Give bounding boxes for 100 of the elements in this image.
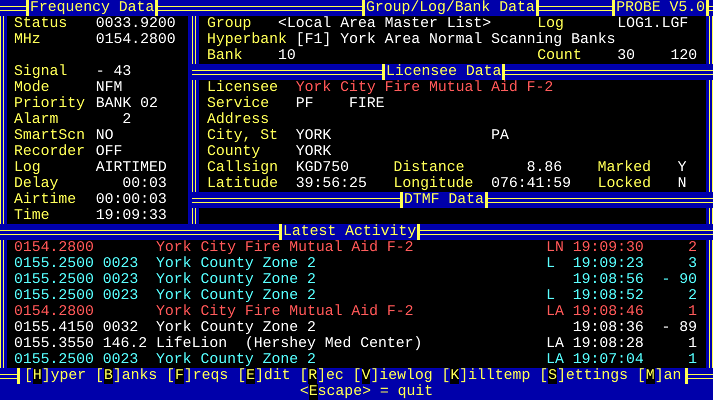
- field-value: AIRTIMED: [96, 160, 167, 176]
- field-label: Marked: [598, 160, 652, 176]
- tone-code: 0023: [102, 272, 140, 288]
- count-text: 2: [687, 288, 697, 304]
- field-label: Callsign: [207, 160, 280, 176]
- menu-item[interactable]: [R]ec: [299, 368, 344, 384]
- time-text: 19:07:04: [572, 352, 644, 368]
- activity-row[interactable]: 0155.2500 0023 York County Zone 2 L 19:08:52 2: [14, 288, 697, 304]
- flag-text: LA: [546, 304, 565, 320]
- frequency-text: 0155.2500: [14, 256, 95, 272]
- field-value: 0033.9200: [96, 16, 176, 32]
- field-label: Service: [207, 96, 270, 112]
- channel-name: York County Zone 2: [156, 320, 317, 336]
- field-value: York City Fire Mutual Aid F-2: [296, 80, 554, 96]
- field-value: 00:00:03: [96, 192, 167, 208]
- count-text: 1: [687, 352, 697, 368]
- channel-name: York City Fire Mutual Aid F-2: [156, 240, 415, 256]
- flag-text: LA: [546, 352, 565, 368]
- field-label: Count: [537, 48, 582, 64]
- time-text: 19:08:52: [572, 288, 644, 304]
- count-text: - 89: [660, 320, 697, 336]
- field-label: Address: [207, 112, 270, 128]
- frequency-text: 0155.2500: [14, 288, 95, 304]
- menu-item[interactable]: [B]anks: [95, 368, 158, 384]
- field-value: 076:41:59: [491, 176, 572, 192]
- menu-item[interactable]: [H]yper: [24, 368, 86, 384]
- field-value: <Local Area Master List>: [278, 16, 492, 32]
- count-text: 2: [687, 240, 697, 256]
- channel-name: York City Fire Mutual Aid F-2: [156, 304, 415, 320]
- time-text: 19:08:36: [572, 320, 644, 336]
- frequency-text: 0154.2800: [14, 240, 95, 256]
- field-label: Licensee: [207, 80, 280, 96]
- field-label: SmartScn: [14, 128, 86, 144]
- field-value: FIRE: [349, 96, 385, 112]
- field-value: YORK: [296, 128, 332, 144]
- tone-code: 146.2: [102, 336, 148, 352]
- tone-code: 0023: [102, 288, 140, 304]
- tone-code: 0023: [102, 256, 140, 272]
- field-value: 39:56:25: [296, 176, 368, 192]
- tone-code: 0023: [102, 352, 140, 368]
- activity-row[interactable]: 0154.2800 York City Fire Mutual Aid F-2 LN 19:09:30 2: [14, 240, 697, 256]
- field-label: Longitude: [393, 176, 474, 192]
- field-value: NO: [96, 128, 114, 144]
- menu-item[interactable]: [M]an: [636, 368, 682, 384]
- menu-item[interactable]: [K]illtemp: [442, 368, 530, 384]
- flag-text: L: [546, 288, 556, 304]
- activity-row[interactable]: 0155.3550 146.2 LifeLion (Hershey Med Center) LA 19:08:28 1: [14, 336, 697, 352]
- count-text: - 90: [660, 272, 697, 288]
- channel-name: York County Zone 2: [156, 256, 317, 272]
- field-label: Airtime: [14, 192, 78, 208]
- flag-text: L: [546, 256, 556, 272]
- activity-row[interactable]: 0155.2500 0023 York County Zone 2 L 19:09:23 3: [14, 256, 697, 272]
- field-label: MHz: [14, 32, 42, 48]
- time-text: 19:09:30: [572, 240, 644, 256]
- field-label: Recorder: [14, 144, 86, 160]
- field-label: Alarm: [14, 112, 60, 128]
- count-text: 1: [687, 336, 697, 352]
- field-value: 8.86: [526, 160, 564, 176]
- flag-text: LA: [546, 336, 565, 352]
- field-value: [F1] York Area Normal Scanning Banks: [296, 32, 616, 48]
- menu-item[interactable]: [S]ettings: [539, 368, 628, 384]
- field-value: BANK 02: [96, 96, 158, 112]
- frequency-text: 0155.4150: [14, 320, 95, 336]
- field-label: Mode: [14, 80, 51, 96]
- field-value: 2: [121, 112, 132, 128]
- field-label: Priority: [14, 96, 86, 112]
- field-value: Y: [678, 160, 686, 176]
- field-value: PF: [296, 96, 315, 112]
- field-label: Status: [14, 16, 68, 32]
- frequency-text: 0155.2500: [14, 272, 95, 288]
- field-value: 00:03: [121, 176, 167, 192]
- count-text: 1: [687, 304, 697, 320]
- menu-item[interactable]: [E]dit: [237, 368, 290, 384]
- channel-name: York County Zone 2: [156, 272, 317, 288]
- frequency-text: 0155.2500: [14, 352, 95, 368]
- channel-name: York County Zone 2: [156, 288, 317, 304]
- quit-hint[interactable]: <Escape> = quit: [300, 384, 434, 400]
- field-label: Hyperbank: [207, 32, 287, 48]
- field-label: Time: [14, 208, 51, 224]
- field-label: Signal: [14, 64, 68, 80]
- time-text: 19:08:28: [572, 336, 644, 352]
- activity-row[interactable]: 0154.2800 York City Fire Mutual Aid F-2 LA 19:08:46 1: [14, 304, 697, 320]
- field-value: N: [678, 176, 686, 192]
- field-value: 120: [670, 48, 698, 64]
- field-label: Bank: [207, 48, 244, 64]
- field-value: 19:09:33: [96, 208, 167, 224]
- field-value: PA: [491, 128, 509, 144]
- activity-row[interactable]: 0155.2500 0023 York County Zone 2 LA 19:07:04 1: [14, 352, 697, 368]
- menu-item[interactable]: [F]reqs: [166, 368, 228, 384]
- activity-row[interactable]: 0155.2500 0023 York County Zone 2 19:08:56 - 90: [14, 272, 697, 288]
- count-text: 3: [687, 256, 697, 272]
- activity-row[interactable]: 0155.4150 0032 York County Zone 2 19:08:36 - 89: [14, 320, 697, 336]
- time-text: 19:09:23: [572, 256, 644, 272]
- field-label: County: [207, 144, 262, 160]
- field-label: Delay: [14, 176, 60, 192]
- frequency-text: 0154.2800: [14, 304, 95, 320]
- field-value: NFM: [96, 80, 122, 96]
- tone-code: 0032: [102, 320, 140, 336]
- field-value: 0154.2800: [96, 32, 176, 48]
- field-label: Locked: [598, 176, 652, 192]
